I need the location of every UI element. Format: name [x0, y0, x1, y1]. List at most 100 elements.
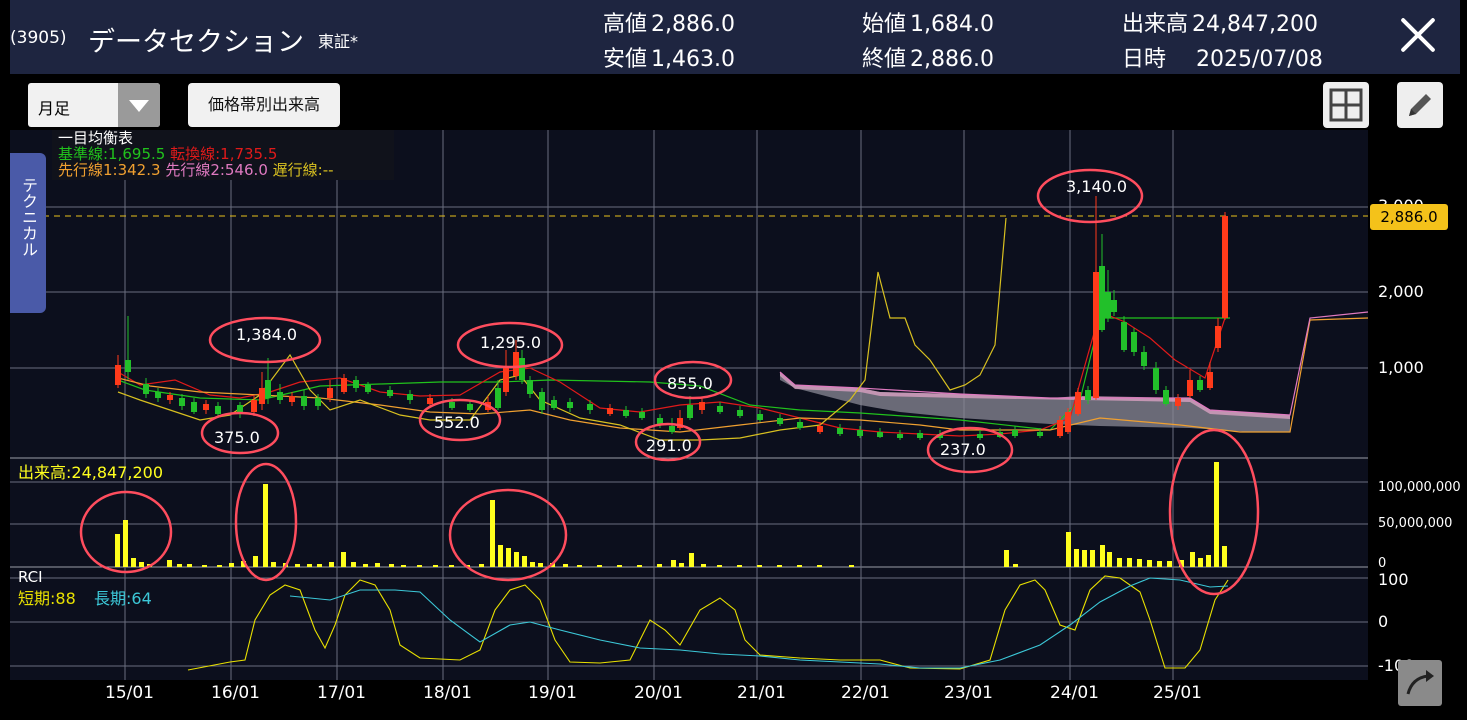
volume-bar	[1157, 561, 1162, 567]
volume-bar	[1214, 462, 1219, 567]
volume-bar	[187, 564, 192, 567]
candle	[251, 400, 257, 412]
volume-bar	[139, 562, 144, 567]
volume-bar	[1107, 552, 1112, 567]
candle	[125, 360, 131, 372]
candle	[817, 426, 823, 432]
candle	[1163, 390, 1169, 404]
candle	[1197, 380, 1203, 390]
x-axis-label: 24/01	[1050, 683, 1099, 703]
annotation-label: 375.0	[214, 428, 260, 447]
candle	[669, 426, 675, 432]
reset-zoom-button[interactable]	[1398, 660, 1442, 706]
volume-bar	[1222, 546, 1227, 567]
chikou-value: 遅行線:--	[272, 161, 334, 179]
candle	[777, 418, 783, 424]
candle	[607, 408, 613, 414]
volume-bar	[449, 565, 454, 567]
volume-bar	[1127, 558, 1132, 567]
rci-axis-label: 0	[1378, 612, 1389, 631]
rci-title: RCI	[18, 568, 43, 586]
volume-bar	[1167, 561, 1172, 567]
candle	[1085, 390, 1091, 400]
candle	[639, 412, 645, 418]
volume-bar	[1090, 550, 1095, 567]
candle	[1075, 392, 1081, 414]
volume-bar	[202, 565, 207, 567]
chart-svg	[10, 130, 1369, 680]
candle	[737, 410, 743, 416]
candle	[143, 384, 149, 394]
volume-bar	[757, 565, 762, 567]
volume-bar	[307, 564, 312, 567]
candle	[341, 378, 347, 392]
candle	[1187, 380, 1193, 396]
candle	[301, 396, 307, 406]
x-axis-label: 18/01	[423, 683, 472, 703]
candle	[1105, 292, 1111, 318]
volume-panel-label: 出来高:24,847,200	[18, 463, 164, 482]
volume-bar	[363, 564, 368, 567]
volume-axis-label: 50,000,000	[1378, 516, 1453, 531]
candle	[315, 398, 321, 406]
volume-bar	[530, 562, 535, 567]
candle	[1111, 300, 1117, 312]
candle	[587, 404, 593, 410]
candle	[1037, 432, 1043, 436]
rci-long-value: 長期:64	[94, 589, 152, 608]
volume-series	[115, 462, 1227, 567]
volume-axis-label: 0	[1378, 556, 1387, 571]
volume-bar	[737, 565, 742, 567]
candle	[977, 434, 983, 438]
volume-bar	[617, 565, 622, 567]
rci-axis-label: 100	[1378, 570, 1409, 589]
volume-bar	[563, 564, 568, 567]
volume-bar	[417, 565, 422, 567]
candle	[277, 392, 283, 400]
annotation-label: 1,384.0	[236, 325, 298, 344]
annotation-label: 855.0	[667, 374, 713, 393]
candle	[797, 422, 803, 428]
technical-tab[interactable]: テクニカル	[10, 153, 46, 313]
candle	[259, 388, 265, 404]
x-axis-label: 16/01	[211, 683, 260, 703]
candle	[1131, 332, 1137, 352]
candle	[757, 414, 763, 420]
candle	[365, 385, 371, 392]
x-axis-label: 21/01	[737, 683, 786, 703]
candle	[467, 404, 473, 410]
volume-bar	[689, 553, 694, 567]
candle	[1099, 266, 1105, 330]
candle	[717, 406, 723, 412]
volume-bar	[329, 562, 334, 567]
volume-bar	[1147, 560, 1152, 567]
candle	[155, 392, 161, 398]
volume-bar	[577, 565, 582, 567]
candle	[327, 388, 333, 398]
candle	[407, 394, 413, 400]
volume-bar	[167, 560, 172, 567]
ichimoku-cloud	[780, 372, 1290, 432]
candle	[837, 428, 843, 434]
price-axis-label: 2,000	[1378, 282, 1424, 301]
reset-icon	[1406, 670, 1434, 695]
volume-bar	[514, 552, 519, 567]
volume-bar	[1004, 550, 1009, 567]
technical-tab-label: テクニカル	[19, 177, 38, 257]
candle	[551, 400, 557, 408]
annotation-label: 3,140.0	[1066, 177, 1128, 196]
candle	[857, 430, 863, 436]
volume-bar	[1074, 549, 1079, 567]
candle	[1215, 326, 1221, 348]
volume-bar	[777, 565, 782, 567]
annotation-label: 291.0	[646, 436, 692, 455]
volume-bar	[717, 565, 722, 567]
candle	[387, 390, 393, 396]
volume-bar	[637, 565, 642, 567]
volume-bar	[433, 565, 438, 567]
volume-bar	[506, 548, 511, 567]
volume-bar	[1137, 559, 1142, 567]
volume-bar	[177, 564, 182, 567]
volume-bar	[1206, 555, 1211, 567]
rci-short-value: 短期:88	[18, 589, 76, 608]
